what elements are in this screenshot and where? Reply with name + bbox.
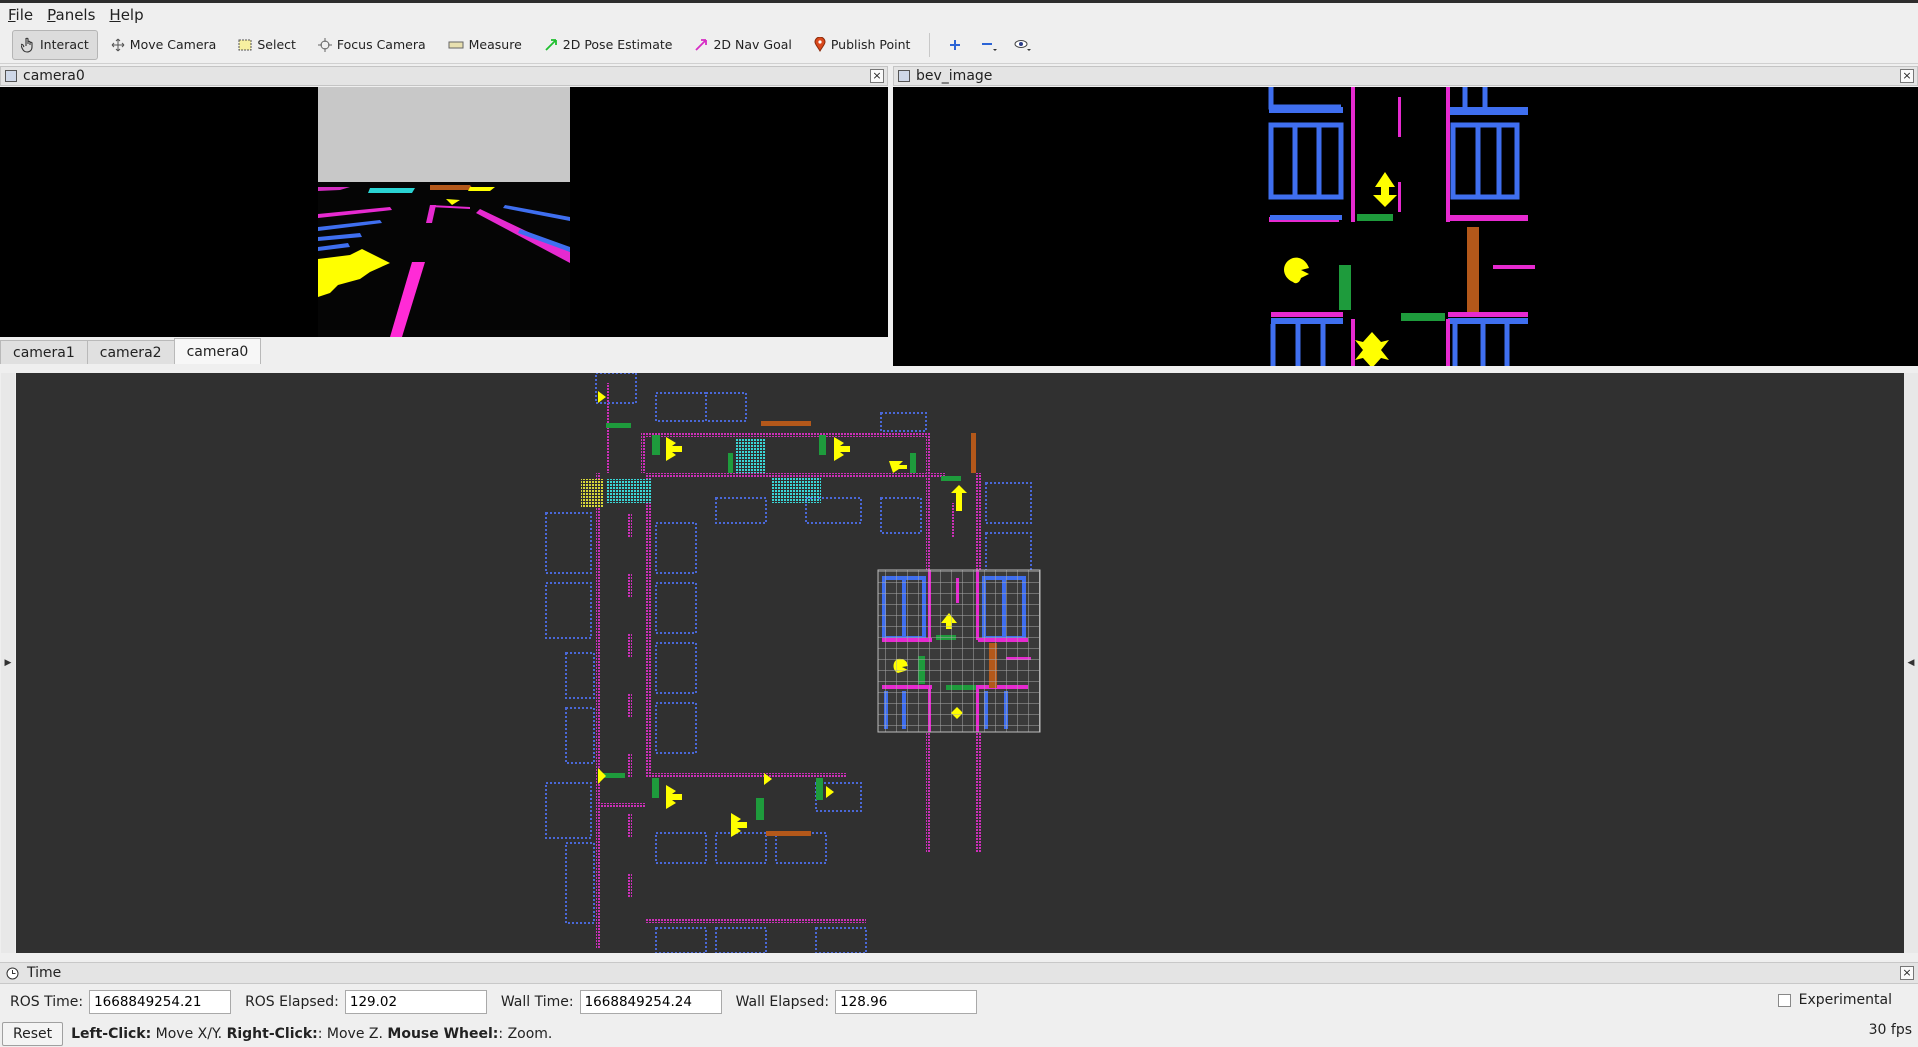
tab-camera2[interactable]: camera2 xyxy=(86,340,175,364)
nav-goal-tool-label: 2D Nav Goal xyxy=(713,37,792,52)
move-arrows-icon xyxy=(111,38,125,51)
ros-time-label: ROS Time: xyxy=(10,994,84,1010)
right-click-key: Right-Click: xyxy=(226,1025,318,1042)
tab-camera1[interactable]: camera1 xyxy=(0,340,88,364)
view-options-button[interactable] xyxy=(1008,30,1038,60)
interact-tool-label: Interact xyxy=(40,37,89,52)
time-panel-header: Time × xyxy=(0,962,1918,984)
select-box-icon xyxy=(238,39,252,50)
wall-elapsed-field[interactable] xyxy=(835,990,978,1014)
camera-panel-close-button[interactable]: × xyxy=(870,69,884,83)
menu-panels[interactable]: Panels xyxy=(47,6,95,24)
camera-panel-title: camera0 xyxy=(23,68,85,84)
local-grid xyxy=(877,569,1041,733)
wall-elapsed-label: Wall Elapsed: xyxy=(735,994,830,1010)
camera-panel-header: camera0 × xyxy=(0,66,888,86)
remove-tool-button[interactable] xyxy=(974,30,1004,60)
bev-panel-close-button[interactable]: × xyxy=(1900,69,1914,83)
clock-icon xyxy=(6,967,19,979)
image-panel-icon xyxy=(5,70,17,82)
menu-help[interactable]: Help xyxy=(109,6,143,24)
camera-tab-bar: camera1 camera2 camera0 xyxy=(0,338,262,364)
experimental-checkbox[interactable] xyxy=(1777,993,1791,1007)
camera-image-view[interactable] xyxy=(0,87,888,337)
publish-point-tool-label: Publish Point xyxy=(830,37,911,52)
camera-image xyxy=(0,87,888,337)
ros-elapsed-label: ROS Elapsed: xyxy=(245,994,339,1010)
experimental-option: Experimental xyxy=(1777,992,1892,1008)
time-fields: ROS Time: ROS Elapsed: Wall Time: Wall E… xyxy=(0,988,1918,1016)
ros-elapsed-field[interactable] xyxy=(344,990,487,1014)
select-tool-button[interactable]: Select xyxy=(229,30,305,60)
measure-tool-label: Measure xyxy=(468,37,522,52)
focus-camera-tool-button[interactable]: Focus Camera xyxy=(309,30,435,60)
mouse-wheel-key: Mouse Wheel: xyxy=(387,1025,499,1042)
magenta-arrow-icon xyxy=(695,38,708,51)
menu-bar: File Panels Help xyxy=(0,0,1918,26)
bev-panel-header: bev_image × xyxy=(893,66,1918,86)
status-bar: Reset Left-Click: Move X/Y. Right-Click:… xyxy=(0,1020,1918,1047)
add-tool-button[interactable] xyxy=(940,30,970,60)
left-click-key: Left-Click: xyxy=(71,1025,152,1042)
pose-estimate-tool-button[interactable]: 2D Pose Estimate xyxy=(535,30,682,60)
bev-image xyxy=(893,87,1918,366)
toolbar-separator xyxy=(929,32,931,57)
pose-estimate-tool-label: 2D Pose Estimate xyxy=(562,37,673,52)
hand-pointer-icon xyxy=(21,37,33,53)
time-panel-title: Time xyxy=(27,965,62,981)
green-arrow-icon xyxy=(545,38,557,51)
focus-crosshair-icon xyxy=(317,37,332,52)
bev-image-view[interactable] xyxy=(893,87,1918,366)
right-dock-handle[interactable]: ◀ xyxy=(1904,373,1918,953)
eye-icon xyxy=(1014,39,1032,51)
render-3d-view[interactable] xyxy=(16,373,1904,953)
left-dock-handle[interactable]: ▶ xyxy=(1,373,15,953)
select-tool-label: Select xyxy=(257,37,296,52)
experimental-label: Experimental xyxy=(1798,992,1892,1008)
wall-time-field[interactable] xyxy=(579,990,722,1014)
publish-point-tool-button[interactable]: Publish Point xyxy=(805,30,920,60)
nav-goal-tool-button[interactable]: 2D Nav Goal xyxy=(685,30,800,60)
ruler-icon xyxy=(448,41,464,48)
menu-file[interactable]: File xyxy=(8,6,33,24)
map-pin-icon xyxy=(814,37,826,52)
bev-panel-title: bev_image xyxy=(916,68,993,84)
measure-tool-button[interactable]: Measure xyxy=(439,30,531,60)
interact-tool-button[interactable]: Interact xyxy=(12,29,98,60)
tool-bar: Interact Move Camera Select Focus Camera… xyxy=(0,26,1918,64)
left-click-desc: Move X/Y. xyxy=(151,1025,223,1042)
mouse-wheel-desc: : Zoom. xyxy=(498,1025,553,1042)
time-panel-close-button[interactable]: × xyxy=(1900,966,1914,980)
focus-camera-tool-label: Focus Camera xyxy=(336,37,426,52)
reset-button[interactable]: Reset xyxy=(2,1021,64,1046)
fps-counter: 30 fps xyxy=(1868,1022,1912,1038)
ros-time-field[interactable] xyxy=(89,990,232,1014)
wall-time-label: Wall Time: xyxy=(500,994,574,1010)
minus-icon xyxy=(982,42,998,51)
image-panel-icon xyxy=(898,70,910,82)
move-camera-tool-button[interactable]: Move Camera xyxy=(102,30,226,60)
point-cloud-scene xyxy=(545,373,1041,953)
mouse-help-text: Left-Click: Move X/Y. Right-Click:: Move… xyxy=(71,1026,552,1042)
plus-icon xyxy=(950,39,961,50)
rviz-window: File Panels Help Interact Move Camera Se… xyxy=(0,0,1918,1047)
move-camera-tool-label: Move Camera xyxy=(129,37,217,52)
right-click-desc: : Move Z. xyxy=(317,1025,383,1042)
tab-camera0[interactable]: camera0 xyxy=(173,338,262,364)
